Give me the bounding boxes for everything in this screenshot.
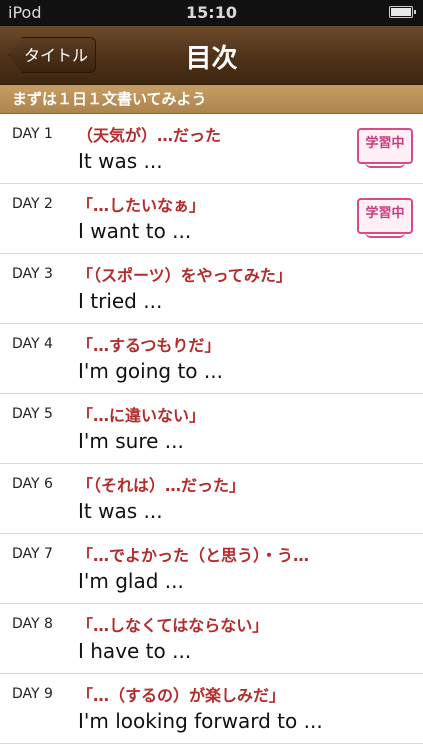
english-phrase: I'm looking forward to ...: [78, 709, 323, 733]
day-label: DAY 4: [12, 336, 53, 352]
english-phrase: I'm going to ...: [78, 359, 223, 383]
status-time: 15:10: [186, 3, 237, 22]
list-item-day-9[interactable]: DAY 9 「…（するの）が楽しみだ」 I'm looking forward …: [0, 674, 423, 744]
day-label: DAY 2: [12, 196, 53, 212]
japanese-phrase: 「（スポーツ）をやってみた」: [77, 266, 292, 285]
english-phrase: I want to ...: [78, 219, 192, 243]
japanese-phrase: 「…（するの）が楽しみだ」: [77, 686, 286, 705]
english-phrase: I have to ...: [78, 639, 192, 663]
day-label: DAY 1: [12, 126, 53, 142]
english-phrase: I tried ...: [78, 289, 163, 313]
list-item-day-4[interactable]: DAY 4 「…するつもりだ」 I'm going to ...: [0, 324, 423, 394]
japanese-phrase: 「…でよかった（と思う）・う…: [77, 546, 310, 565]
battery-icon: [389, 6, 416, 18]
list-item-day-5[interactable]: DAY 5 「…に違いない」 I'm sure ...: [0, 394, 423, 464]
day-label: DAY 8: [12, 616, 53, 632]
day-label: DAY 9: [12, 686, 53, 702]
japanese-phrase: 「（それは）…だった」: [77, 476, 246, 495]
day-label: DAY 7: [12, 546, 53, 562]
studying-book-icon: 学習中: [357, 128, 413, 168]
japanese-phrase: 「…したいなぁ」: [77, 196, 206, 215]
page-title: 目次: [185, 44, 238, 74]
list-item-day-1[interactable]: DAY 1 （天気が）…だった It was ... 学習中: [0, 114, 423, 184]
status-bar: iPod 15:10: [0, 0, 423, 26]
english-phrase: I'm glad ...: [78, 569, 184, 593]
japanese-phrase: 「…するつもりだ」: [77, 336, 221, 355]
navigation-bar: タイトル 目次: [0, 26, 423, 85]
list-item-day-7[interactable]: DAY 7 「…でよかった（と思う）・う… I'm glad ...: [0, 534, 423, 604]
list-item-day-8[interactable]: DAY 8 「…しなくてはならない」 I have to ...: [0, 604, 423, 674]
japanese-phrase: 「…に違いない」: [77, 406, 206, 425]
english-phrase: I'm sure ...: [78, 429, 184, 453]
english-phrase: It was ...: [78, 499, 163, 523]
list-item-day-3[interactable]: DAY 3 「（スポーツ）をやってみた」 I tried ...: [0, 254, 423, 324]
lesson-list: DAY 1 （天気が）…だった It was ... 学習中 DAY 2 「…し…: [0, 114, 423, 744]
japanese-phrase: 「…しなくてはならない」: [77, 616, 269, 635]
english-phrase: It was ...: [78, 149, 163, 173]
list-item-day-6[interactable]: DAY 6 「（それは）…だった」 It was ...: [0, 464, 423, 534]
day-label: DAY 3: [12, 266, 53, 282]
day-label: DAY 5: [12, 406, 53, 422]
section-header: まずは１日１文書いてみよう: [0, 85, 423, 114]
list-item-day-2[interactable]: DAY 2 「…したいなぁ」 I want to ... 学習中: [0, 184, 423, 254]
day-label: DAY 6: [12, 476, 53, 492]
japanese-phrase: （天気が）…だった: [77, 126, 222, 145]
studying-book-icon: 学習中: [357, 198, 413, 238]
